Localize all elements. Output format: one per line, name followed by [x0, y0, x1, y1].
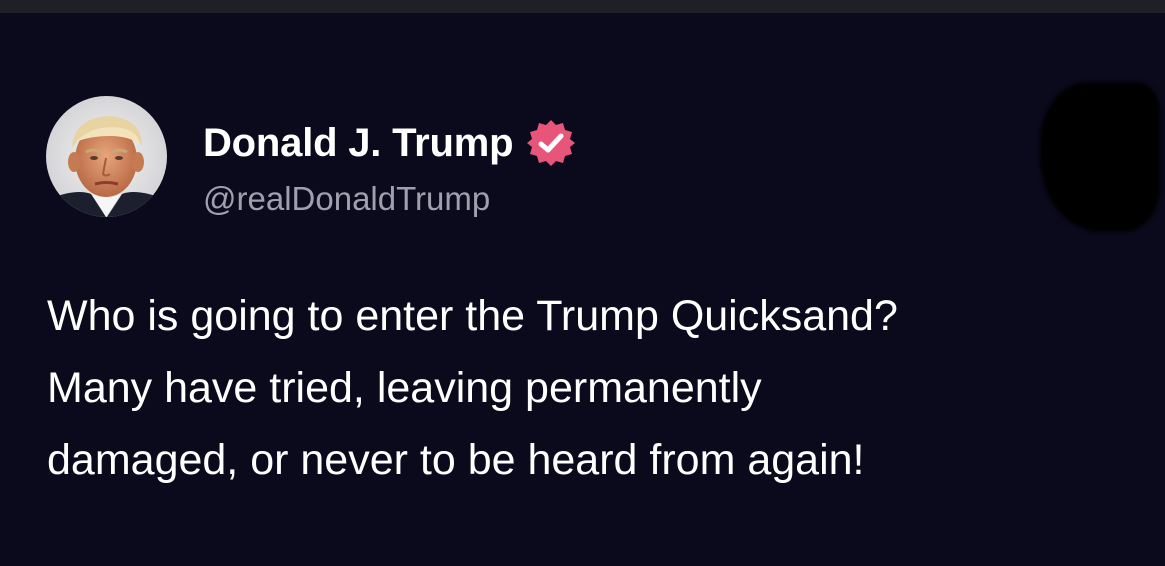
window-top-bar — [0, 0, 1165, 13]
author-row: Donald J. Trump — [203, 118, 577, 168]
verified-badge-icon — [527, 120, 576, 166]
post-text-line: Who is going to enter the Trump Quicksan… — [47, 292, 898, 340]
post-body: Who is going to enter the Trump Quicksan… — [47, 280, 1147, 496]
author-handle[interactable]: @realDonaldTrump — [203, 179, 490, 219]
avatar[interactable] — [46, 96, 167, 217]
author-display-name[interactable]: Donald J. Trump — [203, 118, 514, 168]
post-text-line: damaged, or never to be heard from again… — [47, 436, 865, 484]
post-text-line: Many have tried, leaving permanently — [47, 364, 762, 412]
profile-photo — [46, 96, 167, 217]
redaction-mark — [1040, 82, 1160, 232]
